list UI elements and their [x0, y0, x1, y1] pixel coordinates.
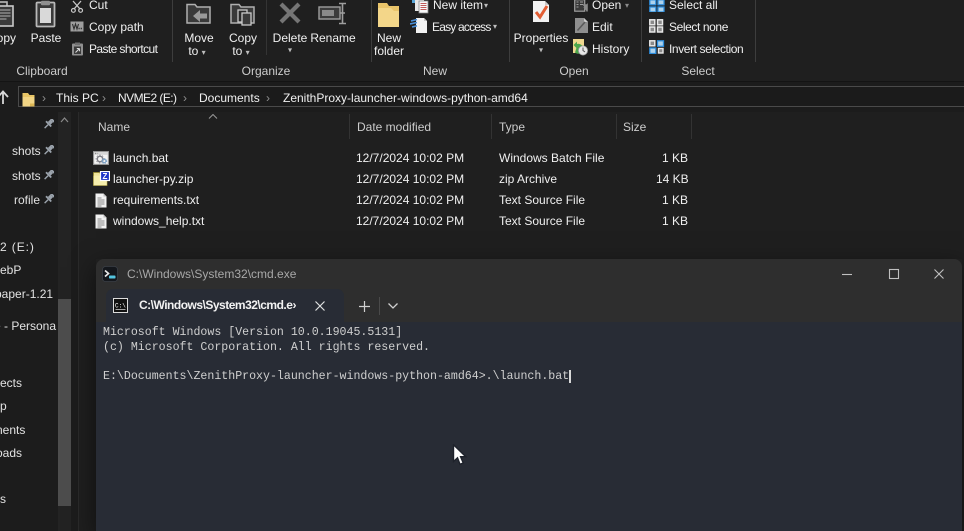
svg-text:Z: Z	[103, 172, 108, 181]
svg-text:C:\: C:\	[115, 303, 126, 310]
